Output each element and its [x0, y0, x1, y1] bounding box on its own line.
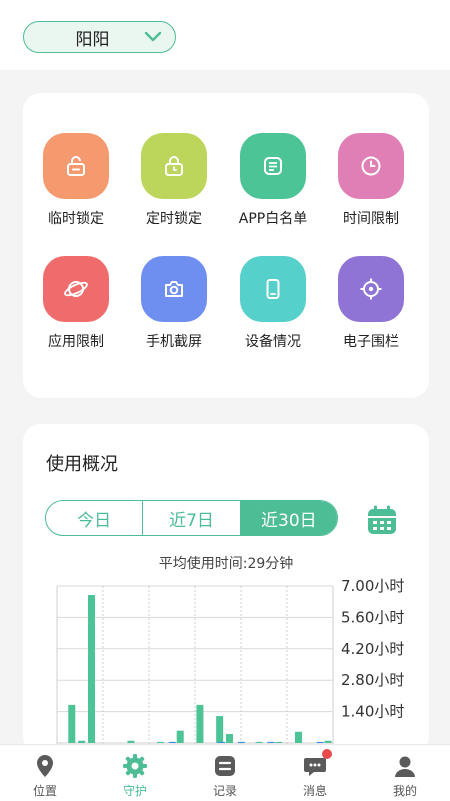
feature-temp-lock[interactable]: 临时锁定	[28, 133, 124, 228]
feature-label: 时间限制	[343, 211, 399, 227]
chart-bar	[324, 740, 332, 743]
y-tick-label: 5.60小时	[341, 608, 404, 626]
chart-bar	[196, 704, 204, 743]
user-icon	[395, 756, 415, 777]
chart-bar	[157, 741, 164, 743]
phone-icon	[240, 256, 306, 322]
feature-label: APP白名单	[238, 211, 308, 227]
chart-bar	[176, 730, 184, 743]
feature-geofence[interactable]: 电子围栏	[323, 256, 419, 351]
nav-label: 守护	[122, 784, 147, 798]
nav-guard[interactable]: 守护	[90, 745, 180, 801]
timed-lock-icon	[141, 133, 207, 199]
planet-icon	[43, 256, 109, 322]
feature-label: 手机截屏	[146, 334, 202, 350]
nav-record[interactable]: 记录	[180, 745, 270, 801]
chart-bar	[168, 741, 176, 743]
gear-icon	[123, 754, 147, 778]
chevron-down-icon	[144, 31, 162, 42]
feature-time-limit[interactable]: 时间限制	[323, 133, 419, 228]
child-selector[interactable]: 阳阳	[23, 21, 176, 53]
chart-bar	[216, 716, 224, 743]
child-name: 阳阳	[75, 29, 110, 50]
usage-card: 使用概况 今日 近7日 近30日 平均使用时间:29分钟 7.00小时 5.60小…	[23, 424, 429, 754]
bottom-nav: 位置 守护 记录 消息 我的	[0, 744, 450, 801]
chart-bar	[127, 740, 135, 743]
nav-label: 消息	[302, 784, 327, 798]
y-tick-label: 4.20小时	[341, 640, 404, 658]
chart-bar	[275, 741, 283, 743]
chart-bar	[218, 741, 226, 743]
y-tick-label: 2.80小时	[341, 671, 404, 689]
feature-label: 应用限制	[48, 334, 104, 350]
feature-device-status[interactable]: 设备情况	[225, 256, 321, 351]
chart-bar	[78, 740, 86, 743]
feature-card: 临时锁定 定时锁定 APP白名单 时间限制 应用限制 手机截屏 设备情况 电子围…	[23, 93, 429, 398]
chart-bar	[295, 731, 302, 743]
feature-app-limit[interactable]: 应用限制	[28, 256, 124, 351]
nav-label: 我的	[392, 784, 417, 798]
feature-label: 设备情况	[245, 334, 301, 350]
feature-label: 电子围栏	[343, 334, 399, 350]
clock-icon	[338, 133, 404, 199]
y-tick-label: 1.40小时	[341, 703, 404, 721]
feature-label: 临时锁定	[48, 211, 104, 227]
feature-screenshot[interactable]: 手机截屏	[126, 256, 222, 351]
chart-bar	[237, 741, 245, 743]
feature-timed-lock[interactable]: 定时锁定	[126, 133, 222, 228]
feature-label: 定时锁定	[146, 211, 202, 227]
nav-label: 记录	[212, 784, 237, 798]
record-icon	[215, 756, 235, 776]
unlock-icon	[43, 133, 109, 199]
nav-message[interactable]: 消息	[270, 745, 360, 801]
location-icon	[37, 755, 53, 777]
chart-bar	[316, 741, 324, 743]
target-icon	[338, 256, 404, 322]
usage-chart: 7.00小时 5.60小时 4.20小时 2.80小时 1.40小时	[56, 577, 404, 753]
y-tick-label: 7.00小时	[341, 577, 404, 595]
nav-label: 位置	[32, 784, 57, 798]
top-bar: 阳阳	[0, 0, 450, 70]
camera-icon	[141, 256, 207, 322]
chart-bar	[88, 594, 95, 743]
whitelist-icon	[240, 133, 306, 199]
chart-bar	[226, 734, 233, 743]
chart-bar	[255, 741, 263, 743]
chart-bar	[68, 704, 76, 743]
unread-badge	[322, 749, 332, 759]
nav-location[interactable]: 位置	[0, 745, 90, 801]
feature-app-whitelist[interactable]: APP白名单	[225, 133, 321, 228]
nav-mine[interactable]: 我的	[360, 745, 450, 801]
chart-bar	[267, 741, 275, 743]
